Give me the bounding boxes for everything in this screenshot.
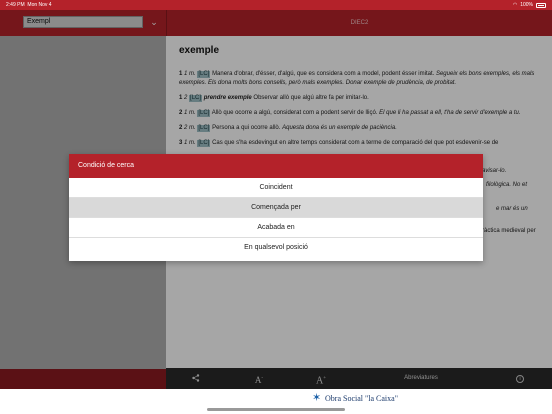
dialog-title: Condició de cerca: [69, 154, 483, 178]
status-time-date: 2:49 PM Mon Nov 4: [6, 2, 52, 8]
sponsor-logo: Obra Social "la Caixa": [312, 391, 398, 405]
search-condition-dialog: Condició de cerca Coincident Començada p…: [69, 154, 483, 261]
status-bar: 2:49 PM Mon Nov 4 ◠ 100%: [0, 0, 552, 10]
option-starts-with[interactable]: Començada per: [69, 198, 483, 218]
wifi-icon: ◠: [512, 2, 518, 8]
battery-percent: 100%: [520, 2, 533, 8]
option-any-position[interactable]: En qualsevol posició: [69, 238, 483, 259]
home-indicator[interactable]: [207, 408, 345, 411]
option-coincident[interactable]: Coincident: [69, 178, 483, 198]
sponsor-text: Obra Social "la Caixa": [325, 393, 398, 403]
star-icon: [312, 391, 322, 404]
option-ends-with[interactable]: Acabada en: [69, 218, 483, 238]
battery-icon: [536, 2, 546, 8]
status-right: ◠ 100%: [513, 0, 546, 10]
